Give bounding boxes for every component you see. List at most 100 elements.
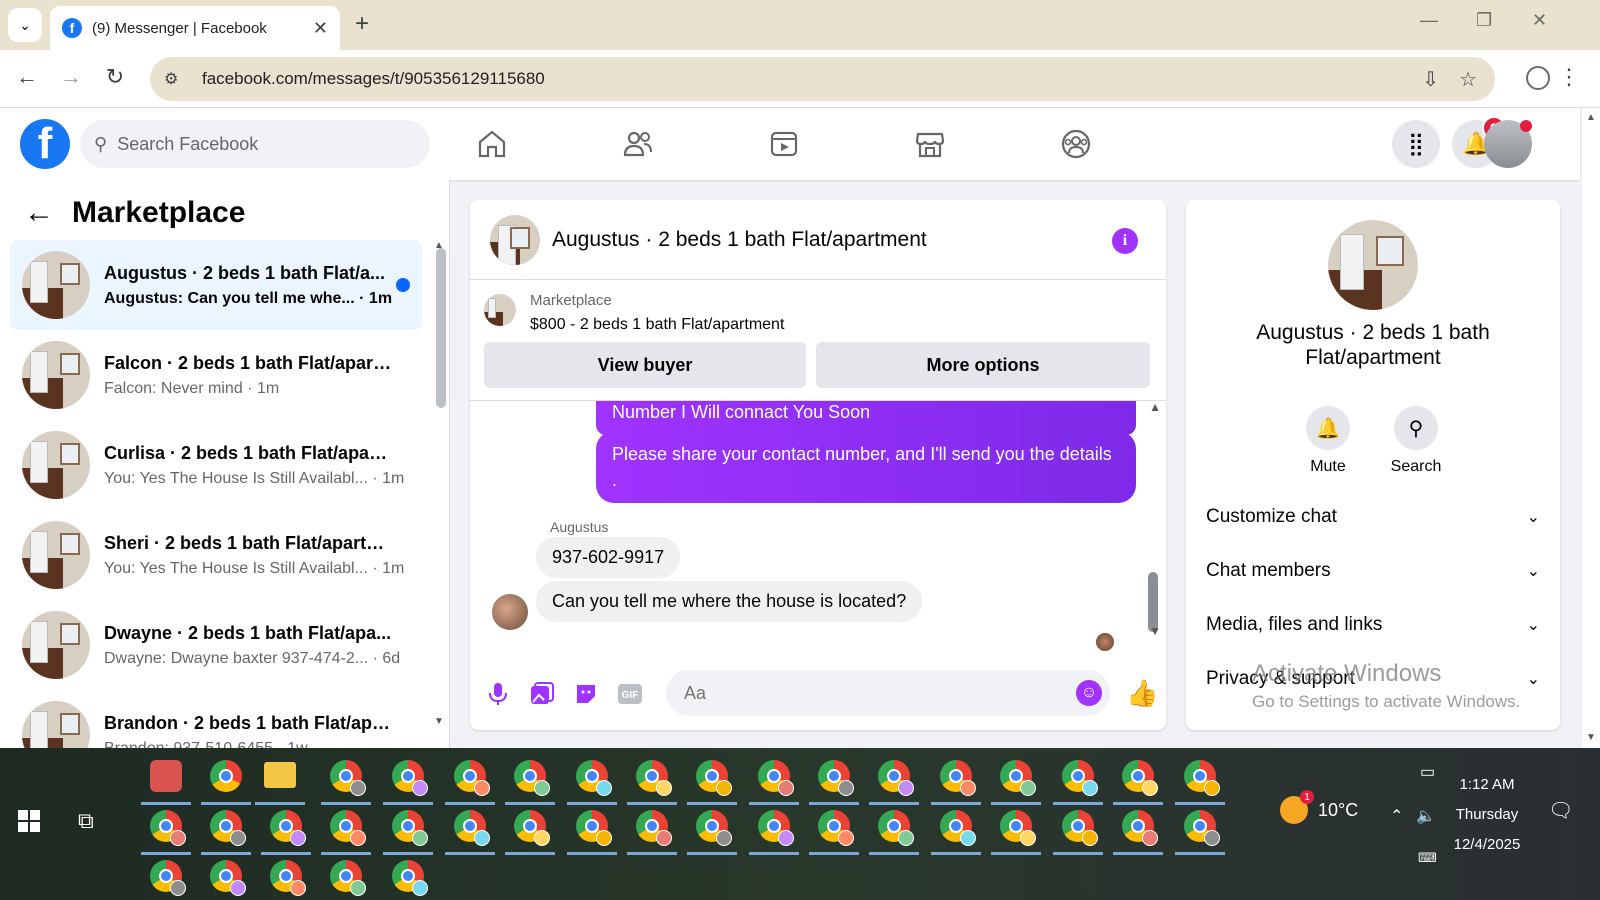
chrome-icon[interactable] [1000, 760, 1036, 796]
chrome-icon[interactable] [270, 810, 306, 846]
chrome-icon[interactable] [454, 810, 490, 846]
chrome-icon[interactable] [392, 810, 428, 846]
chrome-icon[interactable] [818, 810, 854, 846]
page-scrollbar[interactable]: ▲ ▼ [1582, 108, 1600, 748]
chrome-icon[interactable] [878, 760, 914, 796]
menu-grid-button[interactable]: ⣿ [1392, 120, 1440, 168]
view-buyer-button[interactable]: View buyer [484, 342, 806, 388]
scroll-up-arrow-icon[interactable]: ▲ [1586, 112, 1596, 123]
microphone-icon[interactable] [484, 680, 512, 708]
chrome-icon[interactable] [636, 810, 672, 846]
notification-center-icon[interactable]: 🗨 [1548, 798, 1573, 823]
chrome-icon[interactable] [150, 810, 186, 846]
chrome-icon[interactable] [392, 760, 428, 796]
conversation-item[interactable]: Dwayne · 2 beds 1 bath Flat/apa... Dwayn… [10, 600, 422, 690]
scroll-down-arrow-icon[interactable]: ▼ [1586, 732, 1596, 743]
browser-menu-icon[interactable]: ⋮ [1558, 64, 1580, 90]
chrome-icon[interactable] [1062, 760, 1098, 796]
show-hidden-icons-icon[interactable]: ⌃ [1390, 806, 1403, 826]
scroll-down-arrow-icon[interactable]: ▼ [1149, 624, 1161, 638]
reload-button[interactable]: ↻ [100, 64, 130, 90]
chrome-icon[interactable] [940, 760, 976, 796]
chrome-icon[interactable] [330, 810, 366, 846]
file-explorer-icon[interactable] [264, 762, 296, 788]
chrome-icon[interactable] [576, 760, 612, 796]
forward-button[interactable]: → [56, 64, 86, 90]
chrome-icon[interactable] [758, 810, 794, 846]
mute-button[interactable]: 🔔 Mute [1298, 406, 1358, 476]
conversation-item[interactable]: Augustus · 2 beds 1 bath Flat/a... Augus… [10, 240, 422, 330]
chrome-icon[interactable] [210, 760, 242, 792]
privacy-support-row[interactable]: Privacy & support ⌄ [1206, 668, 1540, 690]
chrome-icon[interactable] [818, 760, 854, 796]
install-app-icon[interactable]: ⇩ [1422, 67, 1439, 92]
weather-widget[interactable]: 1 10°C [1280, 790, 1358, 824]
listing-price-title[interactable]: $800 - 2 beds 1 bath Flat/apartment [530, 316, 784, 334]
chat-avatar[interactable] [490, 214, 540, 265]
windows-start-icon[interactable] [18, 810, 40, 832]
tab-search-button[interactable]: ⌄ [8, 8, 42, 42]
sticker-icon[interactable] [572, 680, 600, 708]
chrome-icon[interactable] [758, 760, 794, 796]
chrome-icon[interactable] [576, 810, 612, 846]
browser-profile-icon[interactable] [1526, 66, 1550, 90]
groups-icon[interactable] [1056, 124, 1096, 164]
chrome-icon[interactable] [270, 860, 306, 896]
conversation-item[interactable]: Sheri · 2 beds 1 bath Flat/apartm... You… [10, 510, 422, 600]
chrome-icon[interactable] [514, 810, 550, 846]
search-conversation-button[interactable]: ⚲ Search [1386, 406, 1446, 476]
chrome-icon[interactable] [1000, 810, 1036, 846]
chrome-icon[interactable] [1122, 810, 1158, 846]
chrome-icon[interactable] [1062, 810, 1098, 846]
close-window-button[interactable]: ✕ [1532, 10, 1547, 31]
details-avatar[interactable] [1328, 220, 1418, 310]
media-files-row[interactable]: Media, files and links ⌄ [1206, 614, 1540, 636]
chrome-icon[interactable] [392, 860, 428, 896]
restore-button[interactable]: ❐ [1476, 10, 1492, 31]
scroll-down-arrow-icon[interactable]: ▼ [434, 716, 444, 727]
new-tab-button[interactable]: + [355, 10, 369, 38]
conversation-list-scrollbar[interactable] [436, 248, 446, 408]
address-bar[interactable]: ⚙ facebook.com/messages/t/90535612911568… [150, 57, 1495, 101]
chrome-icon[interactable] [696, 760, 732, 796]
conversation-item[interactable]: Brandon · 2 beds 1 bath Flat/apa... Bran… [10, 690, 422, 748]
customize-chat-row[interactable]: Customize chat ⌄ [1206, 506, 1540, 528]
chrome-icon[interactable] [1184, 810, 1220, 846]
chrome-icon[interactable] [1184, 760, 1220, 796]
chrome-icon[interactable] [330, 860, 366, 896]
photo-icon[interactable] [528, 680, 556, 708]
back-arrow-icon[interactable]: ← [24, 196, 54, 230]
more-options-button[interactable]: More options [816, 342, 1150, 388]
chrome-icon[interactable] [150, 860, 186, 896]
home-icon[interactable] [472, 124, 512, 164]
task-view-icon[interactable]: ⧉ [78, 808, 94, 834]
account-avatar[interactable] [1484, 120, 1532, 168]
conversation-item[interactable]: Curlisa · 2 beds 1 bath Flat/apart... Yo… [10, 420, 422, 510]
back-button[interactable]: ← [12, 64, 42, 90]
gif-icon[interactable]: GIF [616, 680, 644, 708]
system-clock[interactable]: 1:12 AM Thursday 12/4/2025 [1432, 770, 1542, 860]
chrome-icon[interactable] [210, 860, 246, 896]
chrome-icon[interactable] [1122, 760, 1158, 796]
chat-members-row[interactable]: Chat members ⌄ [1206, 560, 1540, 582]
chrome-icon[interactable] [940, 810, 976, 846]
bookmark-star-icon[interactable]: ☆ [1459, 67, 1477, 92]
minimize-button[interactable]: — [1420, 10, 1438, 31]
thumbs-up-icon[interactable]: 👍 [1126, 678, 1158, 709]
message-input[interactable] [666, 670, 1110, 716]
video-icon[interactable] [764, 124, 804, 164]
message-scrollbar[interactable] [1148, 572, 1158, 632]
site-settings-icon[interactable]: ⚙ [164, 69, 186, 89]
chrome-icon[interactable] [696, 810, 732, 846]
chrome-icon[interactable] [878, 810, 914, 846]
chrome-icon[interactable] [330, 760, 366, 796]
tab-close-icon[interactable]: ✕ [313, 18, 328, 39]
conversation-item[interactable]: Falcon · 2 beds 1 bath Flat/apart... Fal… [10, 330, 422, 420]
taskbar-app-icon[interactable] [150, 760, 182, 792]
chrome-icon[interactable] [454, 760, 490, 796]
marketplace-icon[interactable] [910, 124, 950, 164]
emoji-icon[interactable]: ☺ [1076, 680, 1102, 706]
chrome-icon[interactable] [636, 760, 672, 796]
facebook-logo-icon[interactable]: f [20, 119, 70, 169]
browser-tab[interactable]: f (9) Messenger | Facebook ✕ [50, 6, 340, 50]
